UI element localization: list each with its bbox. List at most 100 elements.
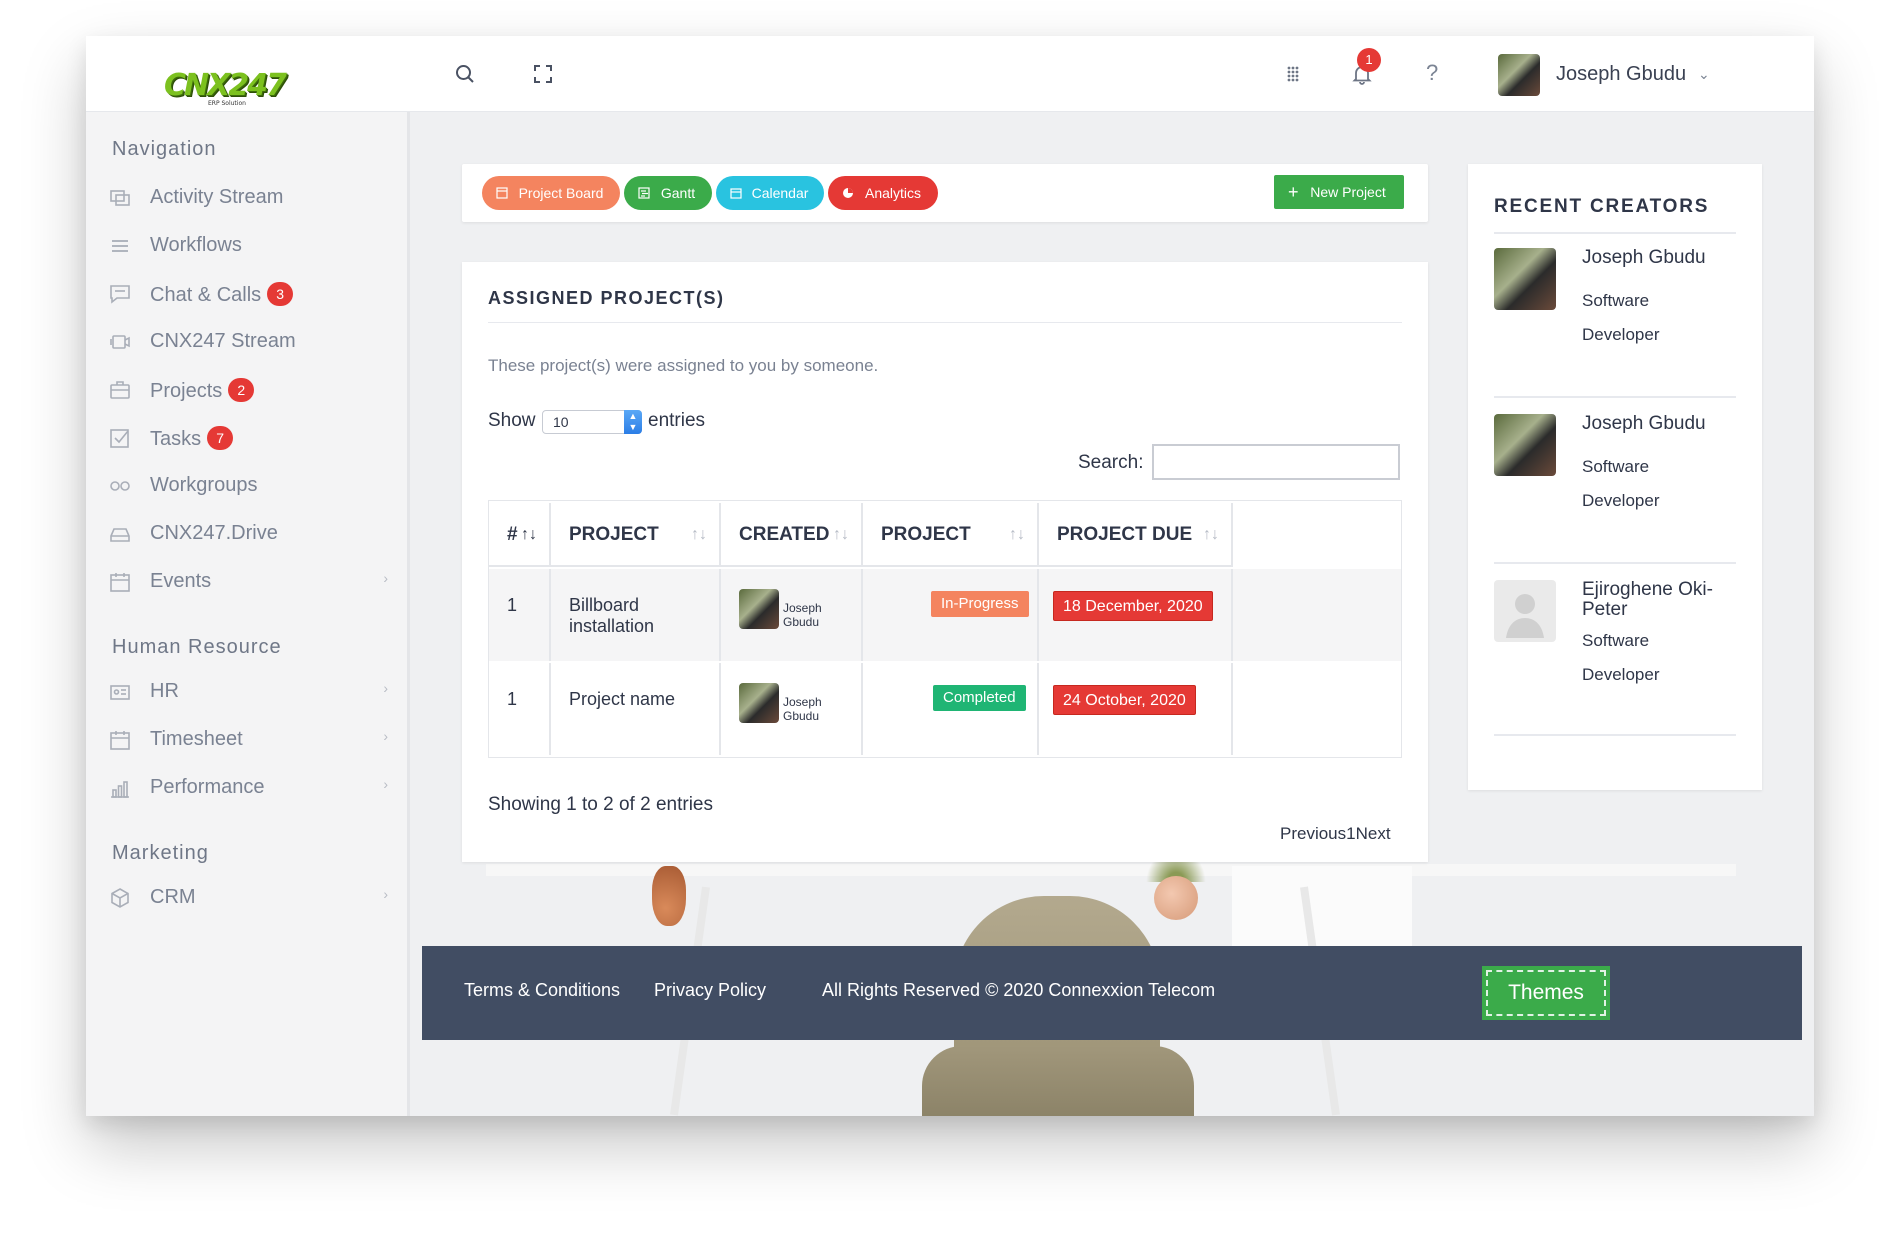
entries-label: entries [648, 410, 706, 431]
divider [1494, 734, 1736, 736]
tasks-count-badge: 7 [207, 426, 234, 450]
background-chair-seat [922, 1046, 1194, 1116]
sort-icon: ↑↓ [1009, 526, 1025, 543]
sidebar-item-chat-calls[interactable]: Chat & Calls 3 [108, 274, 388, 314]
chat-count-badge: 3 [267, 282, 294, 306]
sidebar-item-activity-stream[interactable]: Activity Stream [108, 178, 388, 218]
column-header-created-by[interactable]: CREATED BY↑↓ [721, 503, 863, 609]
board-icon [496, 187, 508, 199]
status-badge: Completed [933, 685, 1026, 711]
chevron-down-icon[interactable]: ⌄ [1698, 66, 1710, 83]
menu-lines-icon [108, 234, 132, 258]
top-bar: CNX247 ERP Solution 1 ? Joseph Gbudu ⌄ [86, 36, 1814, 112]
divider [1494, 396, 1736, 398]
avatar [1494, 414, 1556, 476]
calendar-icon [108, 570, 132, 594]
sidebar-section-title: Marketing [112, 842, 209, 864]
pagination-previous[interactable]: Previous [1280, 824, 1346, 843]
chevron-right-icon: › [383, 886, 388, 902]
drive-icon [108, 522, 132, 546]
new-project-button[interactable]: + New Project [1274, 175, 1404, 209]
creator-item[interactable]: Ejiroghene Oki-Peter Software Developer [1494, 580, 1736, 736]
pagination-page-1[interactable]: 1 [1346, 824, 1355, 843]
chevron-right-icon: › [383, 728, 388, 744]
app-logo[interactable]: CNX247 ERP Solution [164, 68, 287, 107]
recent-creators-panel: RECENT CREATORS Joseph Gbudu Software De… [1468, 164, 1762, 790]
chevron-right-icon: › [383, 680, 388, 696]
footer-link-terms[interactable]: Terms & Conditions [464, 980, 620, 1001]
apps-grid-icon[interactable] [1281, 62, 1305, 86]
sidebar-item-projects[interactable]: Projects 2 [108, 370, 388, 410]
video-camera-icon [108, 330, 132, 354]
sort-icon: ↑↓ [691, 526, 707, 543]
project-name[interactable]: Billboard installation [569, 595, 719, 637]
project-name[interactable]: Project name [569, 689, 675, 710]
background-vase [652, 866, 686, 926]
footer-copyright: All Rights Reserved © 2020 Connexxion Te… [822, 980, 1216, 1000]
creator-item[interactable]: Joseph Gbudu Software Developer [1494, 248, 1736, 398]
sidebar-item-crm[interactable]: CRM › [108, 878, 388, 918]
card-description: These project(s) were assigned to you by… [488, 356, 879, 375]
avatar [1494, 248, 1556, 310]
app-window: CNX247 ERP Solution 1 ? Joseph Gbudu ⌄ N… [86, 36, 1814, 1116]
sidebar-item-performance[interactable]: Performance › [108, 768, 388, 808]
user-avatar[interactable] [1498, 54, 1540, 96]
sidebar-item-workflows[interactable]: Workflows [108, 226, 388, 266]
creator-role: Software Developer [1582, 457, 1660, 510]
sort-icon: ↑↓ [833, 526, 849, 543]
tab-analytics[interactable]: Analytics [828, 176, 938, 210]
sidebar-item-timesheet[interactable]: Timesheet › [108, 720, 388, 760]
user-name[interactable]: Joseph Gbudu [1556, 63, 1686, 86]
tab-calendar[interactable]: Calendar [716, 176, 824, 210]
tab-gantt[interactable]: Gantt [624, 176, 712, 210]
entries-per-page-select[interactable]: 10 ▲ ▼ [542, 410, 642, 434]
pie-chart-icon [842, 187, 854, 199]
divider [488, 322, 1402, 323]
due-date-badge: 18 December, 2020 [1053, 591, 1213, 621]
sidebar-item-events[interactable]: Events › [108, 562, 388, 602]
panel-title: RECENT CREATORS [1494, 196, 1710, 217]
sort-icon: ↑↓ [521, 526, 537, 543]
activity-stream-icon [108, 186, 132, 210]
tab-project-board[interactable]: Project Board [482, 176, 620, 210]
sidebar-item-drive[interactable]: CNX247.Drive [108, 514, 388, 554]
search-label: Search: [1078, 452, 1144, 473]
table-info: Showing 1 to 2 of 2 entries [488, 794, 713, 815]
avatar [739, 683, 779, 723]
plus-icon: + [1288, 182, 1299, 202]
table-search-input[interactable] [1152, 444, 1400, 480]
sidebar-section-title: Human Resource [112, 636, 282, 658]
themes-button[interactable]: Themes [1482, 966, 1610, 1020]
checkbox-icon [108, 426, 132, 450]
avatar [739, 589, 779, 629]
divider [1494, 562, 1736, 564]
sidebar-item-workgroups[interactable]: Workgroups [108, 466, 388, 506]
help-icon[interactable]: ? [1426, 60, 1438, 86]
sidebar-item-tasks[interactable]: Tasks 7 [108, 418, 388, 458]
table-row[interactable]: 1 Project name Joseph Gbudu Completed 24… [489, 663, 1401, 755]
card-title: ASSIGNED PROJECT(S) [488, 288, 725, 308]
search-icon[interactable] [453, 62, 477, 86]
sidebar: Navigation Activity Stream Workflows Cha… [86, 112, 410, 1116]
fullscreen-icon[interactable] [531, 62, 555, 86]
creator-name: Joseph Gbudu [783, 601, 822, 629]
sidebar-section-title: Navigation [112, 138, 217, 160]
pagination-next[interactable]: Next [1356, 824, 1391, 843]
creator-item[interactable]: Joseph Gbudu Software Developer [1494, 414, 1736, 564]
table-row[interactable]: 1 Billboard installation Joseph Gbudu In… [489, 569, 1401, 661]
sidebar-item-cnx247-stream[interactable]: CNX247 Stream [108, 322, 388, 362]
id-card-icon [108, 680, 132, 704]
row-number: 1 [507, 595, 518, 615]
status-badge: In-Progress [931, 591, 1029, 617]
column-header-project[interactable]: PROJECT ↑↓ [551, 503, 721, 567]
assigned-projects-card: ASSIGNED PROJECT(S) These project(s) wer… [462, 262, 1428, 862]
creator-name: Joseph Gbudu [783, 695, 822, 723]
footer-link-privacy[interactable]: Privacy Policy [654, 980, 766, 1001]
creator-name: Ejiroghene Oki-Peter [1582, 579, 1713, 620]
notification-badge: 1 [1357, 48, 1381, 72]
column-header-status[interactable]: PROJECT STATUS↑↓ [863, 503, 1039, 609]
column-header-due-date[interactable]: PROJECT DUE DATE↑↓ [1039, 503, 1233, 609]
column-header-number[interactable]: # ↑↓ [489, 503, 551, 567]
projects-table: #↑↓ PROJECT↑↓ CREATED BY↑↓ PROJECT STATU… [488, 500, 1402, 758]
sidebar-item-hr[interactable]: HR › [108, 672, 388, 712]
